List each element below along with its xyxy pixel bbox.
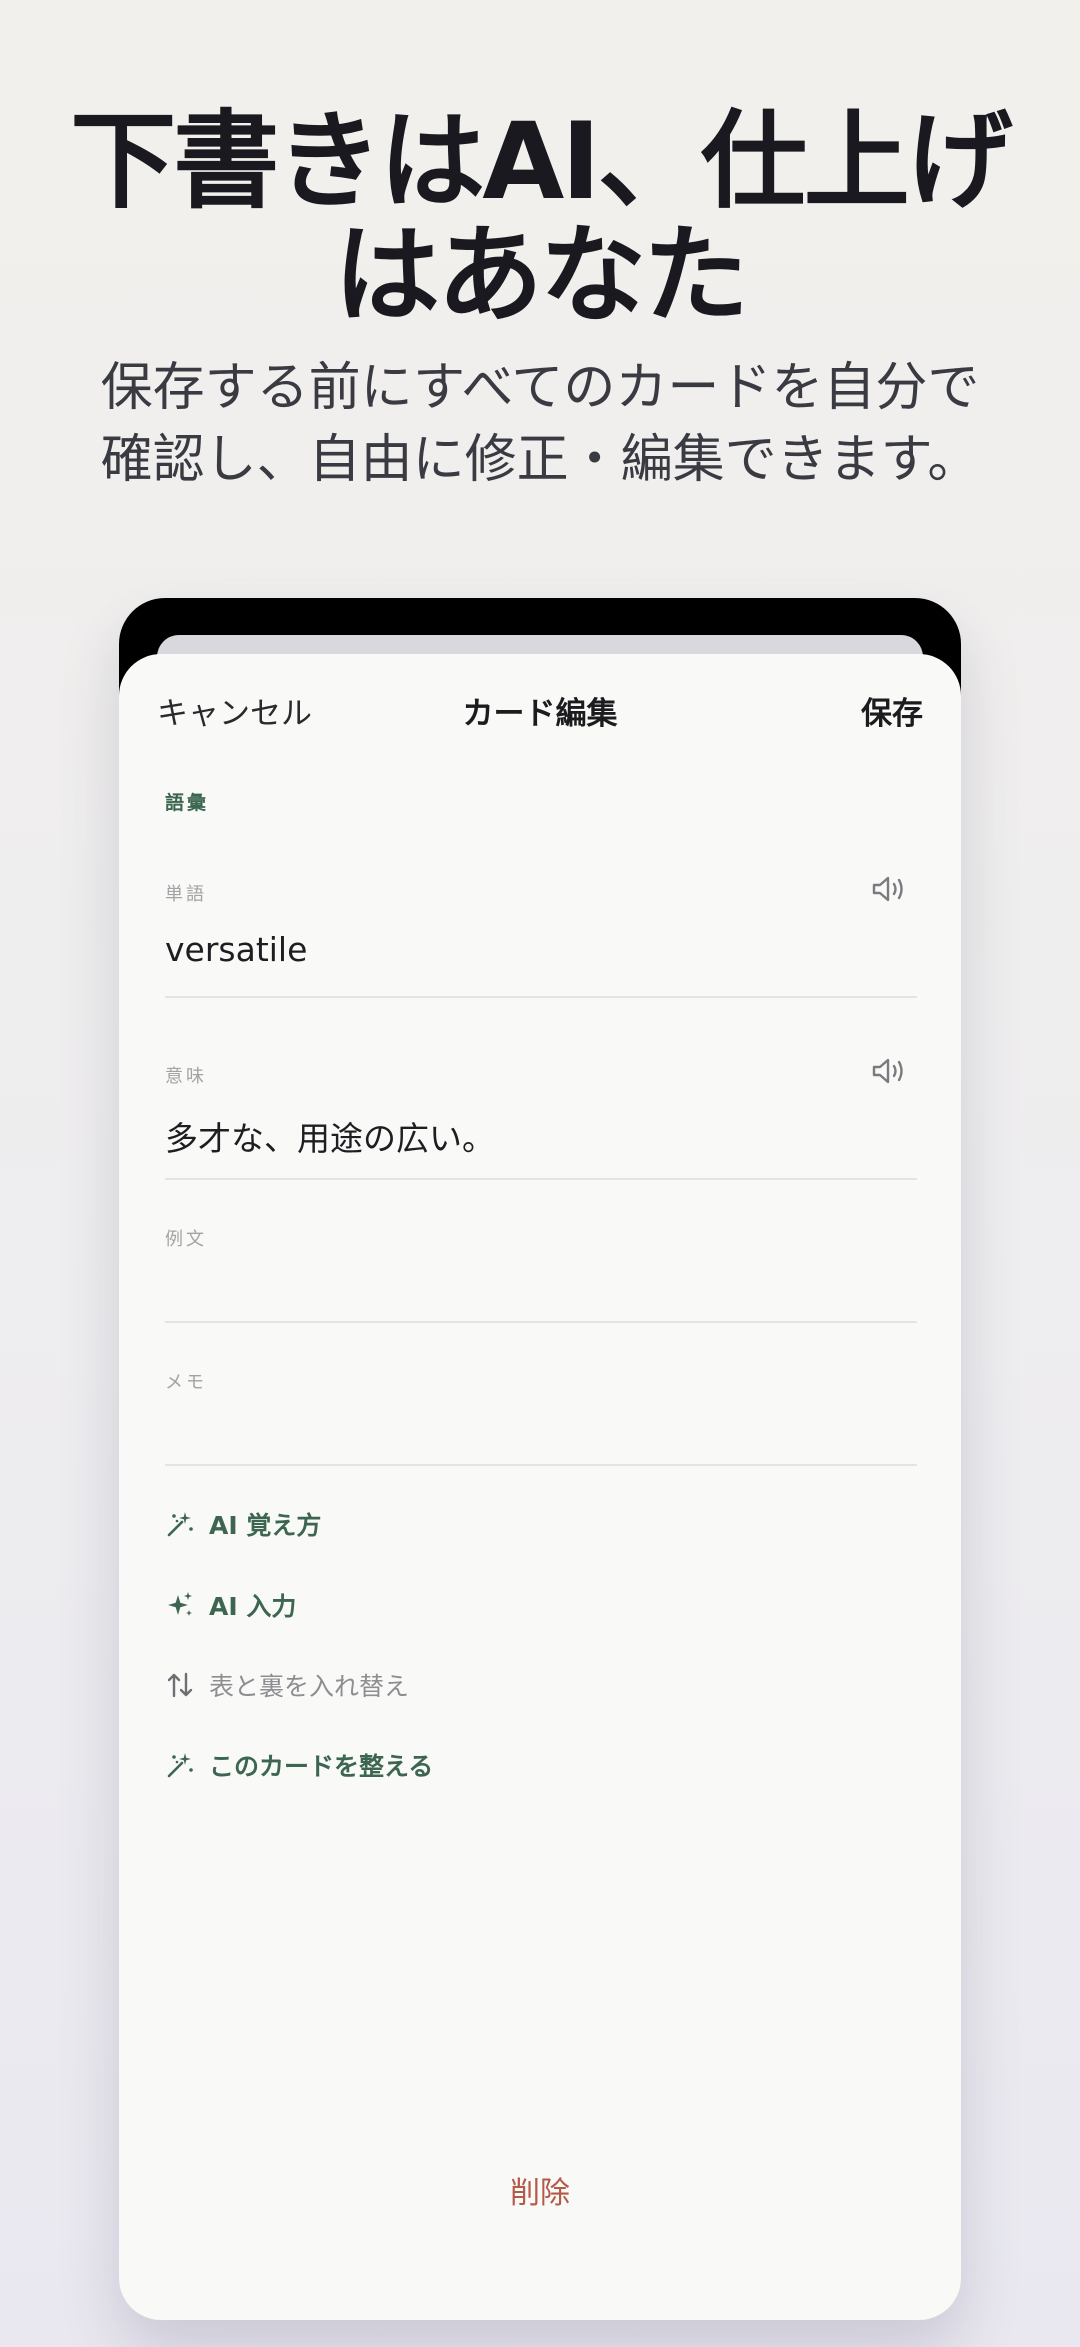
swap-arrows-icon — [167, 1672, 193, 1698]
tidy-card-label: このカードを整える — [209, 1752, 434, 1781]
section-label-vocabulary: 語彙 — [165, 792, 210, 814]
speaker-icon[interactable] — [871, 874, 907, 904]
delete-button[interactable]: 削除 — [119, 2168, 961, 2212]
tidy-card-button[interactable]: このカードを整える — [165, 1745, 433, 1785]
speaker-icon[interactable] — [871, 1056, 907, 1086]
word-field[interactable]: 単語 versatile — [165, 876, 917, 1000]
meaning-value[interactable]: 多才な、用途の広い。 — [165, 1112, 495, 1160]
ai-memorize-button[interactable]: AI 覚え方 — [165, 1504, 321, 1544]
word-label: 単語 — [165, 884, 207, 905]
headline-line-2: はあなた — [334, 214, 749, 337]
phone-frame: キャンセル カード編集 保存 語彙 単語 versatile 意味 多才な、用途… — [119, 598, 961, 2320]
swap-sides-label: 表と裏を入れ替え — [209, 1672, 410, 1701]
subheadline-line-2: 確認し、自由に修正・編集できます。 — [100, 430, 980, 490]
divider — [165, 996, 917, 998]
subheadline-line-1: 保存する前にすべてのカードを自分で — [100, 358, 980, 418]
memo-field[interactable]: メモ — [165, 1368, 917, 1468]
meaning-label: 意味 — [165, 1066, 207, 1087]
divider — [165, 1464, 917, 1466]
navigation-bar: キャンセル カード編集 保存 — [119, 684, 961, 744]
meaning-field[interactable]: 意味 多才な、用途の広い。 — [165, 1058, 917, 1182]
ai-input-button[interactable]: AI 入力 — [165, 1585, 296, 1625]
example-field[interactable]: 例文 — [165, 1225, 917, 1325]
ai-input-label: AI 入力 — [209, 1592, 297, 1621]
headline-line-1: 下書きはAI、仕上げ — [70, 100, 1012, 223]
save-button[interactable]: 保存 — [861, 684, 923, 744]
swap-sides-button[interactable]: 表と裏を入れ替え — [165, 1665, 409, 1705]
subheadline: 保存する前にすべてのカードを自分で 確認し、自由に修正・編集できます。 — [0, 352, 1080, 496]
memo-label: メモ — [165, 1372, 207, 1393]
ai-memorize-label: AI 覚え方 — [209, 1511, 322, 1540]
divider — [165, 1321, 917, 1323]
headline: 下書きはAI、仕上げ はあなた — [0, 105, 1080, 333]
card-edit-sheet: キャンセル カード編集 保存 語彙 単語 versatile 意味 多才な、用途… — [119, 654, 961, 2320]
sparkles-icon — [168, 1592, 192, 1616]
example-label: 例文 — [165, 1229, 207, 1250]
cancel-button[interactable]: キャンセル — [157, 684, 312, 744]
magic-wand-icon — [167, 1753, 193, 1778]
divider — [165, 1178, 917, 1180]
word-value[interactable]: versatile — [165, 930, 307, 969]
magic-wand-icon — [167, 1512, 193, 1537]
